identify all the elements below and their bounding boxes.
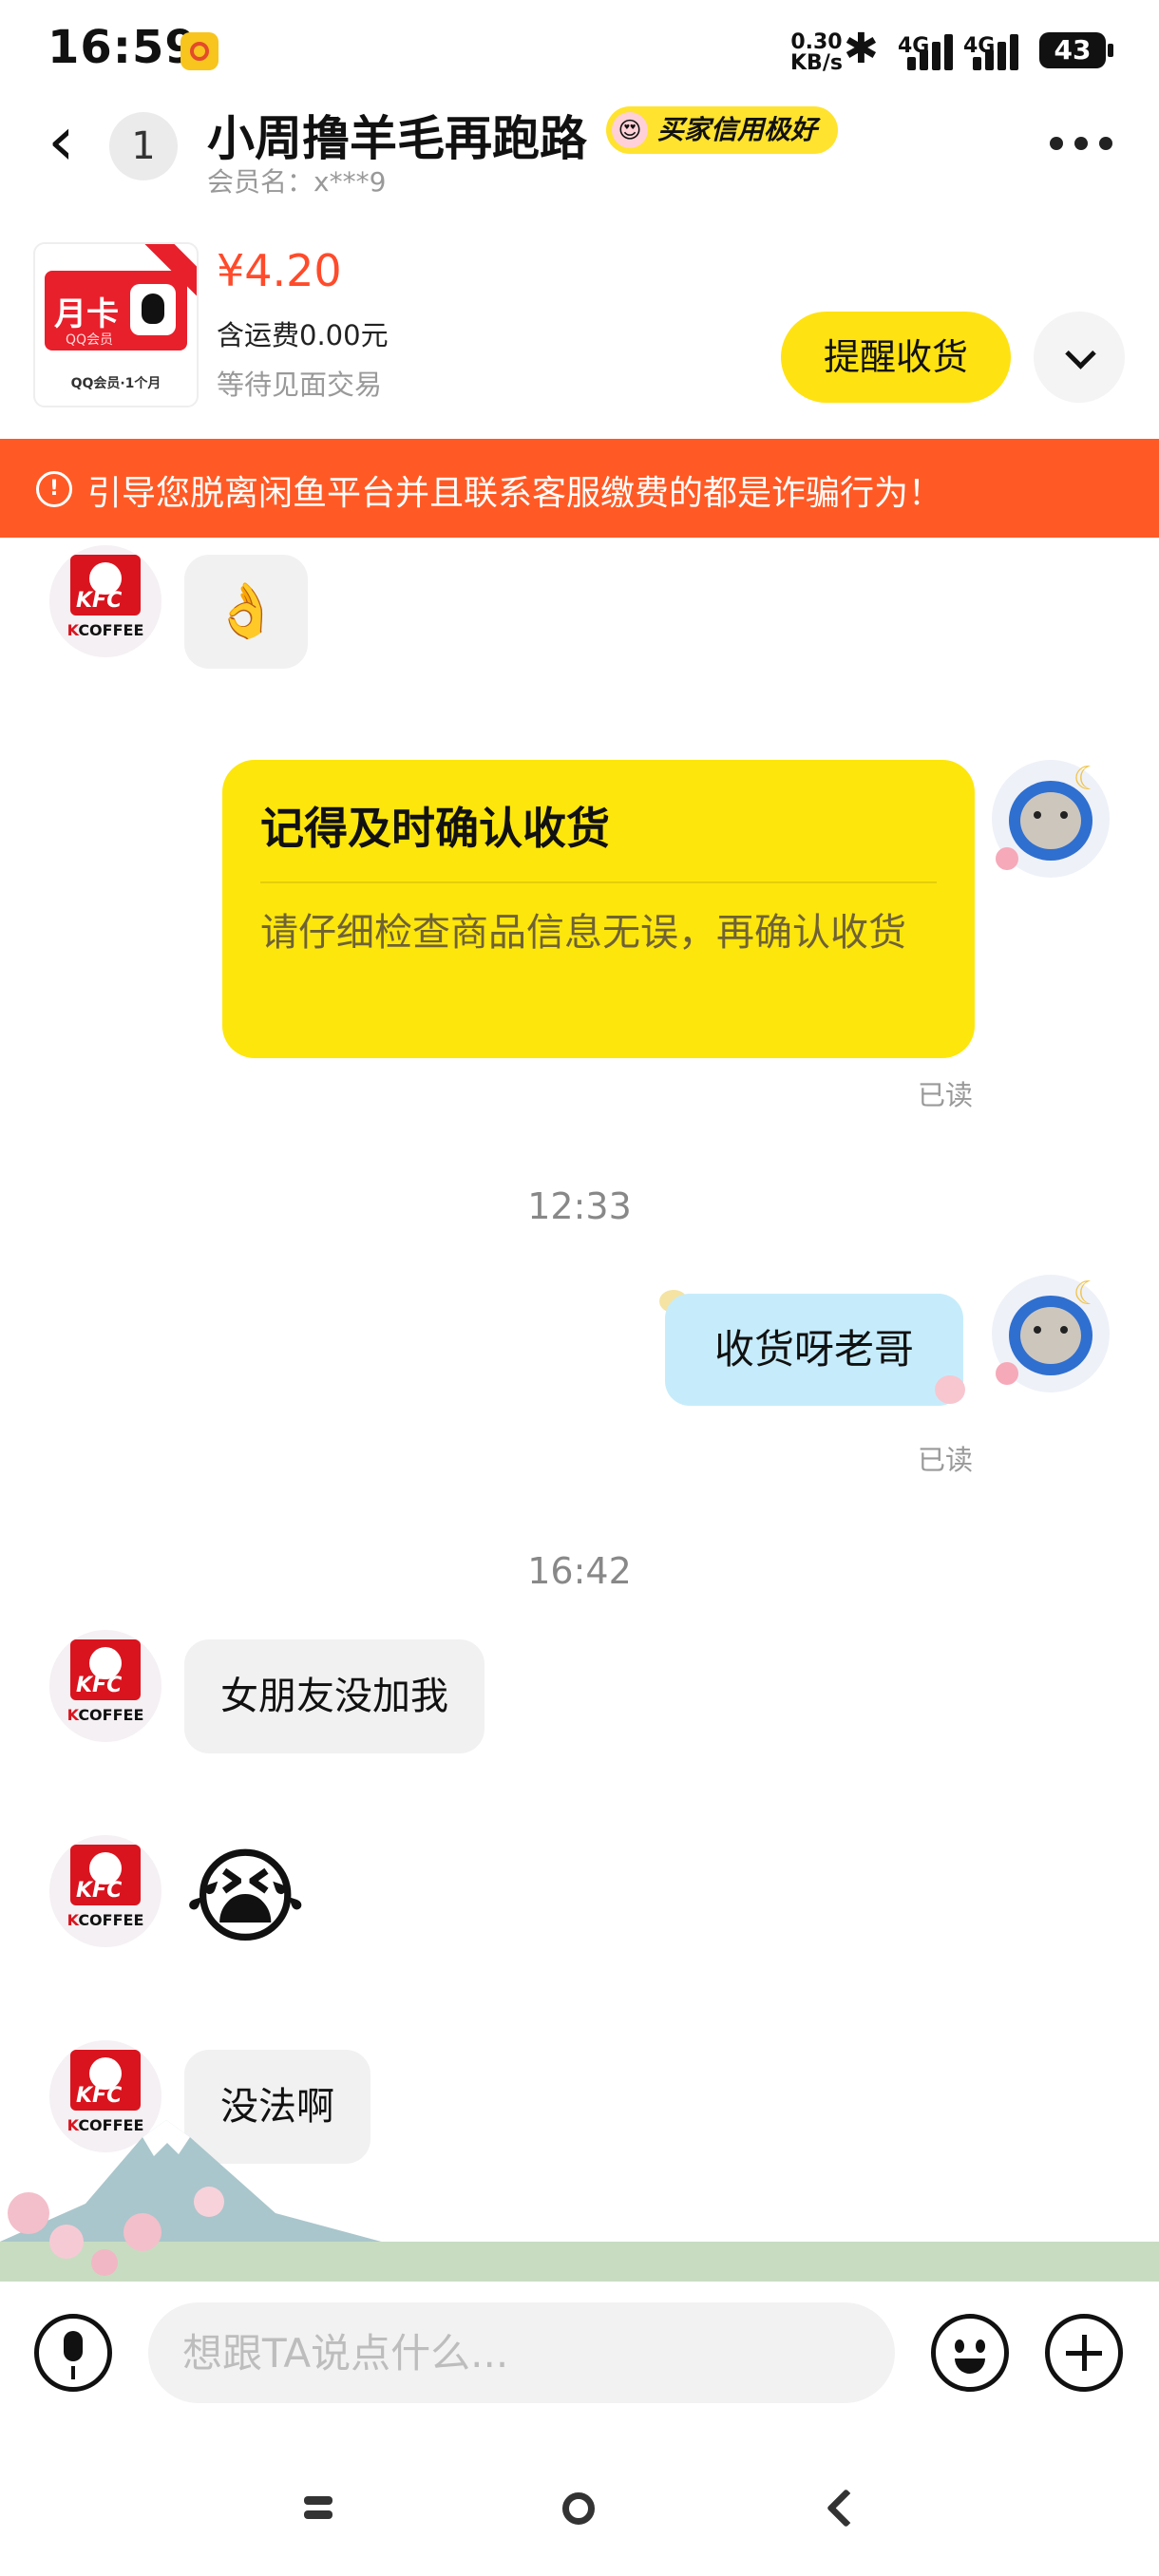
message-bubble: 女朋友没加我: [184, 1639, 484, 1753]
battery-indicator: 43: [1039, 32, 1113, 68]
seller-avatar[interactable]: KCOFFEE: [49, 545, 162, 657]
fraud-warning-banner: ! 引导您脱离闲鱼平台并且联系客服缴费的都是诈骗行为！: [0, 439, 1159, 538]
card-title: 记得及时确认收货: [260, 803, 610, 854]
credit-badge: 😍 买家信用极好: [606, 106, 839, 154]
product-card-image: 月卡 QQ会员: [45, 271, 187, 350]
product-card-sub: QQ会员: [66, 332, 114, 348]
network-speed: 0.30 KB/s: [790, 32, 843, 74]
bubble-flower-decoration: [935, 1375, 965, 1404]
status-time: 16:59: [48, 21, 198, 74]
confirm-receipt-card[interactable]: 记得及时确认收货 请仔细检查商品信息无误，再确认收货: [222, 760, 975, 1058]
net-speed-unit: KB/s: [790, 51, 843, 75]
product-price: ¥4.20: [217, 245, 342, 296]
qq-logo-icon: [130, 284, 176, 335]
my-avatar[interactable]: ☾: [992, 1275, 1110, 1392]
expand-chevron-icon[interactable]: [1034, 312, 1125, 403]
app-notification-icon: [180, 32, 218, 70]
signal-bars-2-icon: [973, 34, 1030, 70]
timestamp: 12:33: [527, 1185, 632, 1227]
moon-icon: ☾: [1073, 1275, 1102, 1313]
my-avatar[interactable]: ☾: [992, 760, 1110, 878]
credit-badge-label: 买家信用极好: [657, 114, 818, 145]
message-bubble: 👌: [184, 555, 308, 669]
crying-emoji-message: 😭: [184, 1836, 307, 1958]
member-name: 会员名：x***9: [207, 166, 387, 198]
flower-icon: [996, 847, 1018, 870]
unread-count-badge[interactable]: 1: [109, 112, 178, 180]
mountain-scenery-image: [0, 2120, 1159, 2282]
product-card-caption: QQ会员·1个月: [70, 376, 162, 391]
seal-face-icon: [1020, 792, 1081, 849]
more-options-icon[interactable]: [1050, 137, 1116, 150]
seal-face-icon: [1020, 1307, 1081, 1364]
read-receipt: 已读: [918, 1079, 974, 1111]
nav-back-icon[interactable]: [826, 2488, 866, 2529]
signal-bars-1-icon: [907, 34, 964, 70]
warning-icon: !: [36, 471, 72, 507]
kfc-logo-icon: [70, 1639, 141, 1700]
warning-text: 引导您脱离闲鱼平台并且联系客服缴费的都是诈骗行为！: [87, 474, 943, 513]
chat-title: 小周撸羊毛再跑路: [207, 111, 587, 166]
remind-receipt-button[interactable]: 提醒收货: [781, 312, 1011, 403]
product-shipping: 含运费0.00元: [217, 319, 389, 351]
emoji-picker-icon[interactable]: [931, 2314, 1009, 2392]
kfc-logo-icon: [70, 555, 141, 616]
moon-icon: ☾: [1073, 760, 1102, 798]
kfc-logo-icon: [70, 1845, 141, 1905]
nav-home-icon[interactable]: [562, 2492, 595, 2525]
card-body: 请仔细检查商品信息无误，再确认收货: [260, 911, 906, 955]
avatar-label: KCOFFEE: [66, 621, 144, 639]
flower-icon: [996, 1362, 1018, 1385]
card-divider: [260, 881, 937, 883]
nav-menu-icon[interactable]: [304, 2496, 332, 2521]
timestamp: 16:42: [527, 1550, 632, 1592]
read-receipt: 已读: [918, 1444, 974, 1476]
credit-emoji-icon: 😍: [612, 112, 648, 148]
my-message-bubble: 收货呀老哥: [665, 1294, 963, 1406]
order-status: 等待见面交易: [217, 369, 383, 401]
seller-avatar[interactable]: KCOFFEE: [49, 1630, 162, 1742]
back-icon[interactable]: ‹: [48, 106, 86, 175]
message-input[interactable]: [148, 2302, 895, 2403]
product-thumbnail[interactable]: 月卡 QQ会员 QQ会员·1个月: [33, 242, 199, 407]
voice-input-icon[interactable]: [34, 2314, 112, 2392]
avatar-label: KCOFFEE: [66, 1911, 144, 1929]
bluetooth-icon: ✱: [844, 25, 879, 73]
add-attachment-icon[interactable]: [1045, 2314, 1123, 2392]
avatar-label: KCOFFEE: [66, 1706, 144, 1724]
product-card-title: 月卡: [54, 295, 119, 333]
seller-avatar[interactable]: KCOFFEE: [49, 1835, 162, 1947]
net-speed-value: 0.30: [790, 30, 843, 54]
